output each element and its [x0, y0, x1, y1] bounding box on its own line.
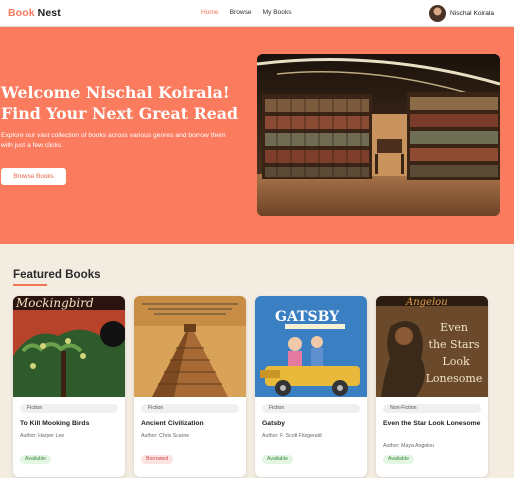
- book-cover: [134, 296, 246, 397]
- book-card[interactable]: Mockingbird Fiction To Kill Mooking Bird…: [13, 296, 125, 477]
- brand-part2: Nest: [37, 7, 61, 19]
- browse-books-button[interactable]: Browse Books: [1, 168, 66, 185]
- book-card[interactable]: Angelou Even the Stars Look Lonesome Non…: [376, 296, 488, 477]
- nav-link-my-books[interactable]: My Books: [263, 9, 292, 16]
- section-underline: [13, 284, 47, 286]
- status-badge: Available: [262, 455, 293, 464]
- book-author: Author: Harper Lee: [20, 433, 65, 439]
- book-card[interactable]: Fiction Ancient Civilization Author: Chr…: [134, 296, 246, 477]
- svg-text:Angelou: Angelou: [405, 297, 448, 308]
- svg-text:Even: Even: [440, 321, 468, 334]
- svg-text:Look: Look: [442, 355, 470, 368]
- book-cover: Mockingbird: [13, 296, 125, 397]
- genre-badge: Fiction: [262, 404, 360, 413]
- book-card[interactable]: GATSBY Fiction Gatsby Author: F. Scott F…: [255, 296, 367, 477]
- brand-part1: Book: [8, 7, 35, 19]
- hero-title-line1: Welcome Nischal Koirala!: [1, 83, 230, 102]
- brand-logo[interactable]: Book Nest: [8, 7, 61, 19]
- top-navbar: Book Nest Home Browse My Books Nischal Ko…: [0, 0, 514, 27]
- book-cover: Angelou Even the Stars Look Lonesome: [376, 296, 488, 397]
- book-cover: GATSBY: [255, 296, 367, 397]
- avatar: [429, 5, 447, 22]
- genre-badge: Fiction: [141, 404, 239, 413]
- book-author: Author: Chris Scarne: [141, 433, 190, 439]
- status-badge: Borrowed: [141, 455, 174, 464]
- book-cover-text: Mockingbird: [15, 296, 94, 310]
- nav-link-browse[interactable]: Browse: [230, 9, 252, 16]
- library-illustration: [257, 54, 500, 216]
- status-badge: Available: [383, 455, 414, 464]
- status-badge: Available: [20, 455, 51, 464]
- book-cover-text: GATSBY: [275, 309, 340, 325]
- hero-subtitle: Explore our vast collection of books acr…: [1, 132, 226, 149]
- genre-badge: Non-Fiction: [383, 404, 481, 413]
- book-title: Even the Star Look Lonesome: [383, 420, 481, 427]
- user-name: Nischal Koirala: [450, 10, 494, 17]
- book-title: Ancient Civilization: [141, 420, 204, 427]
- nav-link-home[interactable]: Home: [201, 9, 219, 16]
- hero-title: Welcome Nischal Koirala! Find Your Next …: [1, 82, 238, 124]
- book-title: To Kill Mooking Birds: [20, 420, 90, 427]
- book-author: Author: F. Scott Fitzgerald: [262, 433, 322, 439]
- featured-books-title: Featured Books: [13, 268, 101, 281]
- book-title: Gatsby: [262, 420, 286, 427]
- book-author: Author: Maya Angelou: [383, 443, 435, 449]
- library-image: [257, 54, 500, 216]
- hero-title-line2: Find Your Next Great Read: [1, 104, 239, 123]
- hero-section: Welcome Nischal Koirala! Find Your Next …: [0, 27, 514, 244]
- user-menu[interactable]: Nischal Koirala: [429, 5, 494, 22]
- svg-text:the Stars: the Stars: [429, 338, 480, 351]
- genre-badge: Fiction: [20, 404, 118, 413]
- svg-text:Lonesome: Lonesome: [426, 372, 483, 385]
- nav-links: Home Browse My Books: [201, 9, 292, 16]
